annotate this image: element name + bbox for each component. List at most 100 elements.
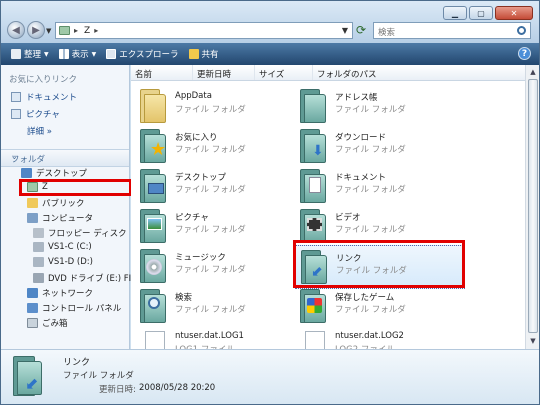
share-icon: [188, 49, 199, 59]
pictures-folder-icon: [138, 209, 166, 243]
tree-item-label: フロッピー ディスク: [48, 229, 127, 239]
search-icon[interactable]: [517, 26, 526, 35]
scroll-down-icon[interactable]: ▼: [527, 335, 539, 347]
searches-folder-icon: [138, 289, 166, 323]
breadcrumb-separator[interactable]: ▸: [74, 26, 78, 35]
forward-button[interactable]: ▶: [27, 21, 45, 39]
back-button[interactable]: ◀: [7, 21, 25, 39]
forward-arrow-icon: ▶: [32, 24, 40, 36]
tree-item-public[interactable]: パブリック: [27, 197, 85, 209]
tree-item-drive-c[interactable]: VS1-C (C:): [33, 242, 92, 252]
links-folder-icon: ⬋: [11, 356, 43, 398]
command-bar: 整理 ▼ 表示 ▼ エクスプローラ 共有 ?: [1, 43, 539, 65]
list-item-documents[interactable]: ドキュメント ファイル フォルダ: [295, 165, 465, 209]
tree-item-dvd[interactable]: DVD ドライブ (E:) FI: [33, 272, 131, 284]
tree-item-desktop[interactable]: デスクトップ: [21, 167, 87, 179]
favorite-link-pictures[interactable]: ピクチャ: [11, 108, 60, 120]
tree-item-recycle-bin[interactable]: ごみ箱: [27, 317, 68, 329]
details-name: リンク: [63, 358, 91, 368]
game-icon: [307, 298, 322, 313]
item-type: ファイル フォルダ: [175, 265, 246, 275]
item-name: ピクチャ: [175, 213, 209, 223]
videos-folder-icon: [298, 209, 326, 243]
help-icon[interactable]: ?: [518, 47, 531, 60]
item-name: ntuser.dat.LOG1: [175, 331, 244, 341]
search-placeholder: 検索: [378, 28, 396, 38]
tree-item-label: VS1-D (D:): [48, 257, 93, 267]
share-button[interactable]: 共有: [188, 48, 219, 60]
item-name: 保存したゲーム: [335, 293, 395, 303]
scrollbar-thumb[interactable]: [528, 79, 538, 333]
tree-item-label: コンピュータ: [42, 214, 94, 224]
item-type: ファイル フォルダ: [175, 105, 246, 115]
documents-folder-icon: [298, 169, 326, 203]
down-arrow-icon: ⬇: [312, 143, 324, 159]
minimize-button[interactable]: ▁: [443, 6, 467, 20]
list-item-appdata[interactable]: AppData ファイル フォルダ: [135, 85, 305, 129]
recent-pages-dropdown[interactable]: ▼: [46, 27, 51, 35]
favorite-link-label: ドキュメント: [26, 93, 78, 103]
tree-item-computer[interactable]: コンピュータ: [27, 212, 93, 224]
list-item-favorites[interactable]: ★ お気に入り ファイル フォルダ: [135, 125, 305, 169]
tree-item-drive-d[interactable]: VS1-D (D:): [33, 257, 93, 267]
pictures-icon: [11, 109, 21, 119]
close-button[interactable]: ✕: [495, 6, 533, 20]
tree-item-floppy[interactable]: フロッピー ディスク: [33, 227, 127, 239]
views-label: 表示: [71, 50, 89, 60]
chevron-down-icon[interactable]: ⌄: [11, 152, 123, 161]
explorer-button[interactable]: エクスプローラ: [106, 48, 179, 60]
floppy-drive-icon: [33, 228, 44, 238]
column-name[interactable]: 名前: [131, 65, 193, 80]
search-input[interactable]: 検索: [373, 22, 531, 39]
monitor-icon: [148, 183, 164, 194]
favorite-link-documents[interactable]: ドキュメント: [11, 91, 77, 103]
vertical-scrollbar[interactable]: ▲ ▼: [525, 65, 539, 349]
details-link[interactable]: 詳細 »: [27, 125, 52, 137]
contacts-folder-icon: [298, 89, 326, 123]
column-date[interactable]: 更新日時: [193, 65, 255, 80]
scroll-up-icon[interactable]: ▲: [527, 66, 539, 78]
list-item-downloads[interactable]: ⬇ ダウンロード ファイル フォルダ: [295, 125, 465, 169]
tree-item-label: DVD ドライブ (E:) FI: [48, 274, 132, 284]
details-type: ファイル フォルダ: [63, 371, 134, 381]
column-folder-path[interactable]: フォルダのパス: [313, 65, 423, 80]
list-item-music[interactable]: ミュージック ファイル フォルダ: [135, 245, 305, 289]
photo-icon: [147, 218, 162, 230]
address-bar[interactable]: ▸ Z ▸ ▼: [55, 22, 353, 39]
column-size[interactable]: サイズ: [255, 65, 313, 80]
item-type: ファイル フォルダ: [335, 185, 406, 195]
list-item-contacts[interactable]: アドレス帳 ファイル フォルダ: [295, 85, 465, 129]
maximize-button[interactable]: ▢: [469, 6, 493, 20]
cd-icon: [146, 259, 162, 275]
title-bar: ▁ ▢ ✕ ◀ ▶ ▼ ▸ Z ▸ ▼ ⟳ 検索: [1, 1, 539, 43]
breadcrumb-z[interactable]: Z: [84, 26, 90, 36]
item-name: ダウンロード: [335, 133, 387, 143]
item-name: ドキュメント: [335, 173, 387, 183]
views-button[interactable]: 表示 ▼: [58, 48, 96, 60]
tree-item-network[interactable]: ネットワーク: [27, 287, 93, 299]
network-icon: [27, 288, 38, 298]
organize-icon: [11, 49, 21, 59]
chevron-down-icon: ▼: [44, 50, 49, 58]
list-item-pictures[interactable]: ピクチャ ファイル フォルダ: [135, 205, 305, 249]
list-item-saved-games[interactable]: 保存したゲーム ファイル フォルダ: [295, 285, 465, 329]
list-item-desktop[interactable]: デスクトップ ファイル フォルダ: [135, 165, 305, 209]
list-item-searches[interactable]: 検索 ファイル フォルダ: [135, 285, 305, 329]
recycle-bin-icon: [27, 318, 38, 328]
breadcrumb-separator[interactable]: ▸: [94, 26, 98, 35]
tree-item-label: VS1-C (C:): [48, 242, 92, 252]
dvd-drive-icon: [33, 273, 44, 283]
organize-button[interactable]: 整理 ▼: [11, 48, 49, 60]
highlight-box-tree-z: [19, 179, 132, 196]
item-type: ファイル フォルダ: [175, 185, 246, 195]
column-header: 名前 更新日時 サイズ フォルダのパス: [131, 65, 525, 81]
folders-header[interactable]: フォルダ ⌄: [1, 149, 129, 167]
details-pane: ⬋ リンク ファイル フォルダ 更新日時: 2008/05/28 20:20: [1, 349, 539, 404]
details-date-label: 更新日時:: [99, 385, 136, 395]
refresh-icon[interactable]: ⟳: [356, 23, 370, 38]
item-type: ファイル フォルダ: [335, 225, 406, 235]
item-name: デスクトップ: [175, 173, 227, 183]
address-dropdown-icon[interactable]: ▼: [342, 26, 348, 35]
downloads-folder-icon: ⬇: [298, 129, 326, 163]
tree-item-control-panel[interactable]: コントロール パネル: [27, 302, 121, 314]
